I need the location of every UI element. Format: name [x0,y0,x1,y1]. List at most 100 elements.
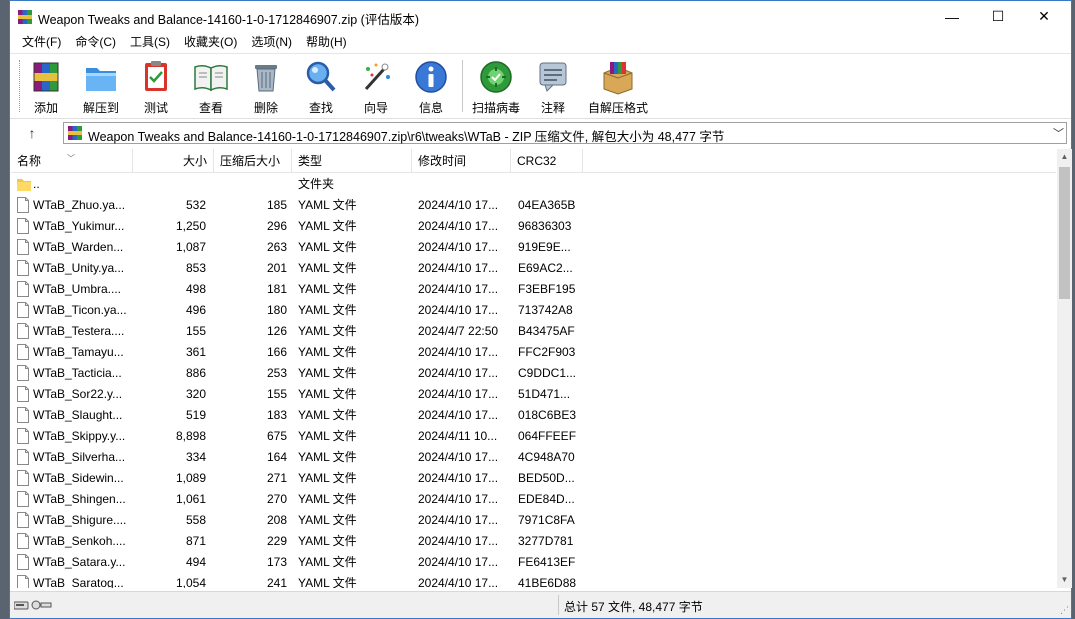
path-combobox[interactable]: Weapon Tweaks and Balance-14160-1-0-1712… [63,122,1067,144]
file-name: WTaB_Yukimur... [33,219,125,233]
file-size: 320 [185,387,206,401]
virus-scan-button[interactable]: 扫描病毒 [472,56,520,116]
minimize-button[interactable]: — [929,1,975,32]
file-row[interactable]: WTaB_Tamayu... 361 166 YAML 文件 2024/4/10 17.… [11,342,1056,363]
yaml-file-icon [17,491,29,507]
file-type: YAML 文件 [298,429,357,443]
up-folder-button[interactable]: ↑ [22,123,42,143]
drive-icons[interactable] [14,599,54,611]
winrar-app-icon[interactable] [17,9,33,25]
file-row[interactable]: WTaB_Silverha... 334 164 YAML 文件 2024/4/10 1… [11,447,1056,468]
triangle-down-icon: ▼ [1060,575,1069,584]
file-name: WTaB_Warden... [33,240,124,254]
file-name: WTaB_Slaught... [33,408,123,422]
resize-grip-icon[interactable]: ⋰ [1060,605,1069,616]
file-modified: 2024/4/10 17... [418,387,499,401]
test-button[interactable]: 测试 [132,56,180,116]
file-size: 1,054 [175,576,206,588]
chevron-down-icon[interactable]: ﹀ [1053,125,1064,141]
file-modified: 2024/4/7 22:50 [418,324,499,338]
virus-scan-label: 扫描病毒 [472,101,521,115]
sfx-icon [603,62,633,95]
menu-commands[interactable]: 命令(C) [68,32,123,52]
file-type: YAML 文件 [298,345,357,359]
file-size: 498 [185,282,206,296]
close-icon: ✕ [1038,8,1050,24]
file-crc: 04EA365B [518,198,576,212]
file-size: 1,089 [175,471,206,485]
file-modified: 2024/4/10 17... [418,492,499,506]
file-packed-size: 208 [266,513,287,527]
file-row[interactable]: WTaB_Unity.ya... 853 201 YAML 文件 2024/4/10 1… [11,258,1056,279]
yaml-file-icon [17,323,29,339]
file-packed-size: 180 [266,303,287,317]
info-button[interactable]: 信息 [407,56,455,116]
close-button[interactable]: ✕ [1021,1,1067,32]
file-name: WTaB_Sidewin... [33,471,124,485]
view-button[interactable]: 查看 [187,56,235,116]
file-crc: FFC2F903 [518,345,576,359]
column-name[interactable]: 名称 ﹀ [11,149,133,173]
file-row[interactable]: WTaB_Yukimur... 1,250 296 YAML 文件 2024/4/10 … [11,216,1056,237]
find-button[interactable]: 查找 [297,56,345,116]
column-modified[interactable]: 修改时间 [412,149,511,173]
folder-icon [17,179,31,191]
menu-tools[interactable]: 工具(S) [123,32,177,52]
file-row[interactable]: WTaB_Satara.y... 494 173 YAML 文件 2024/4/10 1… [11,552,1056,573]
comment-button[interactable]: 注释 [529,56,577,116]
file-row[interactable]: WTaB_Slaught... 519 183 YAML 文件 2024/4/10 17… [11,405,1056,426]
column-modified-label: 修改时间 [418,154,467,168]
menu-file[interactable]: 文件(F) [15,32,68,52]
add-label: 添加 [33,101,58,115]
add-button[interactable]: 添加 [22,56,70,116]
file-modified: 2024/4/10 17... [418,471,499,485]
file-size: 361 [185,345,206,359]
file-row[interactable]: WTaB_Sor22.y... 320 155 YAML 文件 2024/4/10 17… [11,384,1056,405]
column-crc-label: CRC32 [517,154,557,168]
wizard-button[interactable]: 向导 [352,56,400,116]
test-label: 测试 [143,101,168,115]
minimize-icon: — [945,8,959,25]
vertical-scrollbar[interactable]: ▲ ▼ [1057,149,1072,588]
file-row[interactable]: WTaB_Umbra.... 498 181 YAML 文件 2024/4/10 17.… [11,279,1056,300]
parent-folder-row[interactable]: .. 文件夹 [11,174,1056,195]
file-packed-size: 263 [266,240,287,254]
file-row[interactable]: WTaB_Shigure.... 558 208 YAML 文件 2024/4/10 1… [11,510,1056,531]
file-row[interactable]: WTaB_Tacticia... 886 253 YAML 文件 2024/4/10 1… [11,363,1056,384]
file-row[interactable]: WTaB_Ticon.ya... 496 180 YAML 文件 2024/4/10 1… [11,300,1056,321]
maximize-button[interactable]: ☐ [975,1,1021,32]
sfx-button[interactable]: 自解压格式 [588,56,648,116]
toolbar-divider [462,60,463,112]
file-row[interactable]: WTaB_Skippy.y... 8,898 675 YAML 文件 2024/4/11… [11,426,1056,447]
menu-help[interactable]: 帮助(H) [299,32,354,52]
file-row[interactable]: WTaB_Zhuo.ya... 532 185 YAML 文件 2024/4/10 17… [11,195,1056,216]
scroll-down-button[interactable]: ▼ [1057,572,1072,588]
column-crc[interactable]: CRC32 [511,149,583,173]
file-row[interactable]: WTaB_Testera.... 155 126 YAML 文件 2024/4/7 22… [11,321,1056,342]
file-modified: 2024/4/10 17... [418,513,499,527]
file-row[interactable]: WTaB_Sidewin... 1,089 271 YAML 文件 2024/4/10 … [11,468,1056,489]
find-label: 查找 [308,101,333,115]
file-row[interactable]: WTaB_Shingen... 1,061 270 YAML 文件 2024/4/10 … [11,489,1056,510]
extract-to-button[interactable]: 解压到 [77,56,125,116]
title-bar: Weapon Tweaks and Balance-14160-1-0-1712… [10,1,1071,32]
file-row[interactable]: WTaB_Senkoh.... 871 229 YAML 文件 2024/4/10 17… [11,531,1056,552]
file-row[interactable]: WTaB_Warden... 1,087 263 YAML 文件 2024/4/10 1… [11,237,1056,258]
scroll-up-button[interactable]: ▲ [1057,149,1072,165]
file-crc: EDE84D... [518,492,575,506]
sort-arrow-icon: ﹀ [67,154,75,163]
column-packed[interactable]: 压缩后大小 [214,149,292,173]
menu-options[interactable]: 选项(N) [244,32,299,52]
comment-icon [539,62,567,92]
file-name: WTaB_Shigure.... [33,513,127,527]
file-type: YAML 文件 [298,366,357,380]
file-crc: BED50D... [518,471,575,485]
delete-button[interactable]: 删除 [242,56,290,116]
winrar-window: Weapon Tweaks and Balance-14160-1-0-1712… [9,0,1072,619]
file-modified: 2024/4/10 17... [418,450,499,464]
menu-favorites[interactable]: 收藏夹(O) [177,32,244,52]
scrollbar-thumb[interactable] [1059,167,1070,299]
column-type[interactable]: 类型 [292,149,412,173]
file-row[interactable]: WTaB_Saratog... 1,054 241 YAML 文件 2024/4/10 … [11,573,1056,588]
column-size[interactable]: 大小 [133,149,214,173]
